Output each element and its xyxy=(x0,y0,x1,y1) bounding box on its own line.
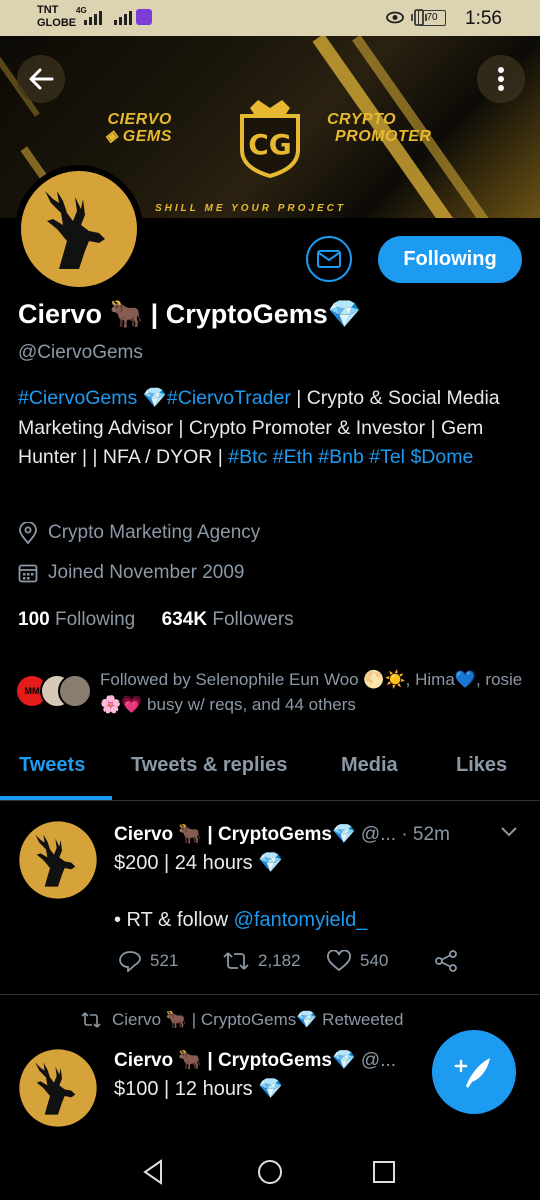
tweet-author-handle: @... xyxy=(360,1050,397,1071)
hashtag-link[interactable]: #Bnb xyxy=(318,446,364,468)
follower-avatar xyxy=(58,674,92,708)
mention-link[interactable]: @fantomyield_ xyxy=(234,909,368,931)
back-arrow-icon xyxy=(29,68,54,90)
profile-name: Ciervo 🐂 | CryptoGems💎 xyxy=(18,299,362,329)
signal-icon xyxy=(84,11,132,25)
nav-back-button[interactable] xyxy=(135,1154,171,1190)
svg-text:CG: CG xyxy=(248,128,292,161)
tab-tweets[interactable]: Tweets xyxy=(19,754,85,777)
chevron-down-icon[interactable] xyxy=(500,826,518,838)
nav-home-button[interactable] xyxy=(252,1154,288,1190)
tweet-header: Ciervo 🐂 | CryptoGems💎 @... xyxy=(114,1048,396,1072)
share-button[interactable] xyxy=(434,950,458,972)
more-vertical-icon xyxy=(498,67,504,91)
retweet-icon xyxy=(81,1012,101,1028)
deer-logo-icon xyxy=(19,1049,97,1127)
tab-likes[interactable]: Likes xyxy=(456,754,507,777)
system-nav-bar xyxy=(0,1142,540,1200)
tweet-actions: 521 2,182 540 xyxy=(114,950,514,980)
hashtag-link[interactable]: #Eth xyxy=(273,446,313,468)
share-icon xyxy=(435,950,457,972)
hashtag-link[interactable]: #CiervoGems xyxy=(18,387,137,409)
mail-icon xyxy=(317,250,341,268)
more-options-button[interactable] xyxy=(477,55,525,103)
like-button[interactable]: 540 xyxy=(326,950,388,972)
eye-icon xyxy=(386,11,404,24)
reply-icon xyxy=(119,951,141,972)
tweet-time: · 52m xyxy=(401,824,450,845)
like-icon xyxy=(327,950,351,972)
tab-media[interactable]: Media xyxy=(341,754,398,777)
tweet-text-line: $100 | 12 hours 💎 xyxy=(114,1078,284,1100)
calendar-icon xyxy=(18,564,38,583)
back-button[interactable] xyxy=(17,55,65,103)
banner-tagline: SHILL ME YOUR PROJECT xyxy=(155,203,346,214)
reply-button[interactable]: 521 xyxy=(118,950,178,972)
deer-logo-icon xyxy=(19,821,97,899)
hashtag-link[interactable]: #Btc xyxy=(228,446,267,468)
profile-avatar[interactable] xyxy=(15,165,143,293)
message-button[interactable] xyxy=(306,236,352,282)
followers-count-link[interactable]: 634K Followers xyxy=(162,609,294,630)
tab-tweets-replies[interactable]: Tweets & replies xyxy=(131,754,287,777)
carrier-1: TNT xyxy=(37,4,59,16)
clock: 1:56 xyxy=(465,8,502,29)
tweet-author-handle: @... xyxy=(360,824,397,845)
retweeted-label: Ciervo 🐂 | CryptoGems💎 Retweeted xyxy=(80,1010,403,1030)
carrier-2: GLOBE xyxy=(37,17,77,29)
tweet-avatar[interactable] xyxy=(18,820,98,900)
compose-tweet-button[interactable] xyxy=(432,1030,516,1114)
tweet-text-line: • RT & follow @fantomyield_ xyxy=(114,909,368,931)
location-icon xyxy=(19,522,37,544)
banner-right-text: CRYPTO PROMOTER xyxy=(327,111,432,145)
retweet-icon xyxy=(223,952,249,970)
app-notification-icon xyxy=(136,9,152,25)
follow-counts: 100 Following 634K Followers xyxy=(18,609,294,631)
cg-logo: CG xyxy=(240,100,300,178)
tweet-author-name: Ciervo 🐂 | CryptoGems💎 xyxy=(114,824,356,845)
tweet-text-line: $200 | 24 hours 💎 xyxy=(114,852,284,874)
cashtag-link[interactable]: $Dome xyxy=(410,446,473,468)
status-bar: TNT GLOBE 4G 70 1:56 xyxy=(0,0,540,36)
tweet-author-name: Ciervo 🐂 | CryptoGems💎 xyxy=(114,1050,356,1071)
retweet-button[interactable]: 2,182 xyxy=(222,950,301,972)
battery-icon: 70 xyxy=(418,10,446,26)
hashtag-link[interactable]: #Tel xyxy=(369,446,405,468)
banner-left-text: CIERVO ◈ GEMS xyxy=(105,111,172,145)
followed-by-text[interactable]: Followed by Selenophile Eun Woo 🌕☀️, Him… xyxy=(100,667,530,717)
hashtag-link[interactable]: #CiervoTrader xyxy=(167,387,291,409)
nav-recents-icon xyxy=(373,1161,395,1183)
profile-location: Crypto Marketing Agency xyxy=(18,522,260,544)
profile-bio: #CiervoGems 💎#CiervoTrader | Crypto & So… xyxy=(18,387,500,468)
following-button[interactable]: Following xyxy=(378,236,522,283)
deer-logo-icon xyxy=(21,171,137,287)
carrier-labels: TNT GLOBE xyxy=(37,4,76,30)
profile-joined: Joined November 2009 xyxy=(18,562,244,584)
profile-handle: @CiervoGems xyxy=(18,342,143,363)
nav-back-icon xyxy=(143,1159,162,1185)
nav-recents-button[interactable] xyxy=(366,1154,402,1190)
following-count-link[interactable]: 100 Following xyxy=(18,609,135,630)
profile-tabs: Tweets Tweets & replies Media Likes xyxy=(0,742,540,801)
compose-icon xyxy=(454,1058,490,1088)
tweet-divider xyxy=(0,994,540,995)
tweet-header: Ciervo 🐂 | CryptoGems💎 @... · 52m xyxy=(114,822,450,846)
tweet-avatar[interactable] xyxy=(18,1048,98,1128)
nav-home-icon xyxy=(258,1160,282,1184)
